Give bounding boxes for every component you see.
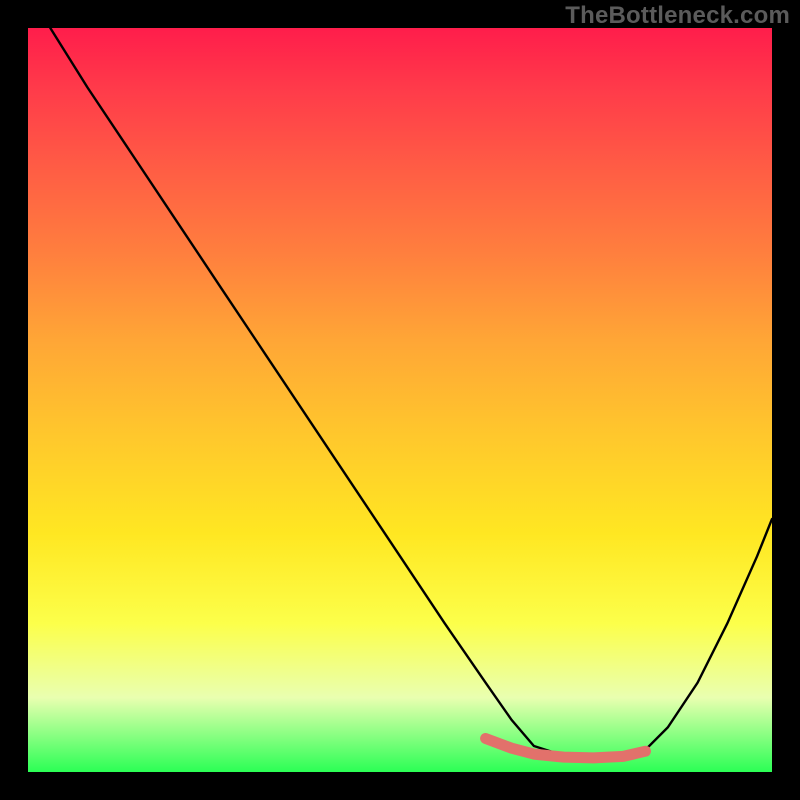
chart-frame: TheBottleneck.com — [0, 0, 800, 800]
plot-area — [28, 28, 772, 772]
chart-svg — [28, 28, 772, 772]
watermark-text: TheBottleneck.com — [565, 2, 790, 30]
floor-marker — [486, 739, 646, 758]
bottleneck-curve — [50, 28, 772, 759]
